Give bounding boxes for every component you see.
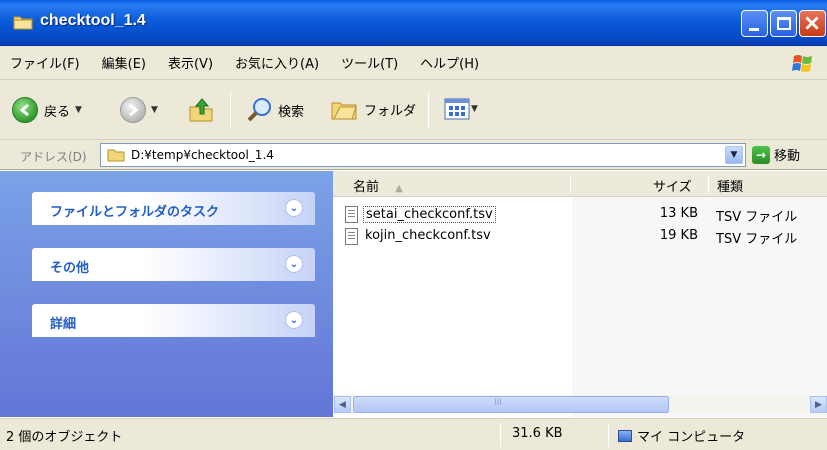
status-divider bbox=[608, 423, 609, 447]
views-icon bbox=[444, 98, 470, 120]
maximize-icon bbox=[777, 17, 791, 30]
file-list: 名前 ▲ サイズ 種類 setai_checkconf.tsv 13 KB TS… bbox=[333, 171, 827, 417]
toolbar-separator bbox=[428, 92, 429, 128]
status-divider bbox=[500, 423, 501, 447]
column-header: 名前 ▲ サイズ 種類 bbox=[333, 171, 827, 197]
window-title: checktool_1.4 bbox=[40, 12, 146, 29]
task-pane: ファイルとフォルダのタスク ⌄ その他 ⌄ 詳細 ⌄ bbox=[0, 171, 333, 417]
file-icon bbox=[345, 228, 358, 245]
toolbar-separator bbox=[230, 92, 231, 128]
address-bar: アドレス(D) D:¥temp¥checktool_1.4 ▼ → 移動 bbox=[0, 140, 827, 170]
file-name: kojin_checkconf.tsv bbox=[365, 228, 491, 243]
chevron-down-icon[interactable]: ▼ bbox=[75, 105, 82, 115]
up-folder-icon bbox=[189, 98, 213, 122]
file-type: TSV ファイル bbox=[716, 210, 798, 225]
address-path: D:¥temp¥checktool_1.4 bbox=[131, 148, 274, 162]
title-bar[interactable]: checktool_1.4 bbox=[0, 0, 827, 46]
file-size: 13 KB bbox=[659, 206, 698, 221]
chevron-down-icon[interactable]: ▼ bbox=[151, 105, 158, 115]
file-type: TSV ファイル bbox=[716, 232, 798, 247]
status-object-count: 2 個のオブジェクト bbox=[6, 430, 123, 445]
file-name: setai_checkconf.tsv bbox=[363, 206, 496, 223]
chevron-down-icon[interactable]: ▼ bbox=[471, 104, 478, 114]
close-icon bbox=[805, 16, 819, 30]
task-panel-other[interactable]: その他 ⌄ bbox=[32, 248, 315, 281]
task-panel-label: 詳細 bbox=[50, 317, 77, 332]
task-panel-label: その他 bbox=[50, 261, 90, 276]
file-size: 19 KB bbox=[659, 228, 698, 243]
folders-icon bbox=[331, 102, 357, 120]
column-size-header[interactable]: サイズ bbox=[653, 176, 692, 195]
status-location: マイ コンピュータ bbox=[618, 426, 745, 445]
chevron-down-icon[interactable]: ⌄ bbox=[285, 311, 303, 329]
menu-bar: ファイル(F) 編集(E) 表示(V) お気に入り(A) ツール(T) ヘルプ(… bbox=[0, 46, 827, 80]
menu-tools[interactable]: ツール(T) bbox=[341, 53, 398, 72]
minimize-button[interactable] bbox=[741, 10, 768, 37]
windows-logo-icon bbox=[792, 55, 812, 72]
back-button[interactable]: 戻る ▼ bbox=[12, 97, 82, 123]
menu-file[interactable]: ファイル(F) bbox=[10, 53, 80, 72]
task-panel-file-folder-tasks[interactable]: ファイルとフォルダのタスク ⌄ bbox=[32, 192, 315, 225]
task-panel-details[interactable]: 詳細 ⌄ bbox=[32, 304, 315, 337]
file-row[interactable]: setai_checkconf.tsv 13 KB TSV ファイル bbox=[341, 205, 821, 225]
menu-help[interactable]: ヘルプ(H) bbox=[420, 53, 479, 72]
status-size: 31.6 KB bbox=[512, 426, 563, 441]
search-label: 検索 bbox=[278, 104, 305, 120]
column-name-header[interactable]: 名前 ▲ bbox=[353, 176, 403, 195]
chevron-down-icon[interactable]: ⌄ bbox=[285, 199, 303, 217]
maximize-button[interactable] bbox=[770, 10, 797, 37]
forward-arrow-icon bbox=[120, 97, 146, 123]
file-row[interactable]: kojin_checkconf.tsv 19 KB TSV ファイル bbox=[341, 227, 821, 247]
scroll-thumb-grip: III bbox=[494, 398, 502, 408]
toolbar: 戻る ▼ ▼ 検索 フォルダ ▼ bbox=[0, 80, 827, 140]
sort-ascending-icon: ▲ bbox=[395, 183, 403, 194]
folders-label: フォルダ bbox=[364, 103, 417, 119]
status-bar: 2 個のオブジェクト 31.6 KB マイ コンピュータ bbox=[0, 418, 827, 450]
back-label: 戻る bbox=[44, 104, 71, 120]
search-icon bbox=[247, 98, 271, 122]
back-arrow-icon bbox=[12, 97, 38, 123]
scroll-right-icon[interactable]: ▶ bbox=[810, 396, 827, 413]
column-divider[interactable] bbox=[708, 175, 709, 193]
folders-button[interactable]: フォルダ bbox=[330, 97, 416, 121]
file-icon bbox=[345, 206, 358, 223]
address-label: アドレス(D) bbox=[20, 150, 87, 164]
horizontal-scrollbar[interactable]: ◀ III ▶ bbox=[333, 395, 827, 413]
scroll-thumb[interactable]: III bbox=[353, 396, 669, 413]
minimize-icon bbox=[749, 28, 759, 31]
folder-icon bbox=[13, 16, 33, 30]
search-button[interactable]: 検索 bbox=[246, 97, 304, 123]
close-button[interactable] bbox=[799, 10, 826, 37]
status-location-label: マイ コンピュータ bbox=[637, 430, 746, 445]
forward-button[interactable]: ▼ bbox=[120, 97, 158, 123]
go-label: 移動 bbox=[774, 149, 801, 164]
menu-view[interactable]: 表示(V) bbox=[168, 53, 213, 72]
views-button[interactable]: ▼ bbox=[444, 97, 478, 121]
chevron-down-icon[interactable]: ⌄ bbox=[285, 255, 303, 273]
address-field[interactable]: D:¥temp¥checktool_1.4 ▼ bbox=[100, 143, 746, 167]
column-type-header[interactable]: 種類 bbox=[717, 176, 743, 195]
scroll-left-icon[interactable]: ◀ bbox=[334, 396, 351, 413]
menu-favorites[interactable]: お気に入り(A) bbox=[235, 53, 319, 72]
folder-icon bbox=[107, 149, 125, 162]
chevron-down-icon[interactable]: ▼ bbox=[725, 146, 743, 164]
column-name-label: 名前 bbox=[353, 180, 380, 195]
go-arrow-icon: → bbox=[752, 145, 770, 164]
my-computer-icon bbox=[618, 430, 632, 442]
task-panel-label: ファイルとフォルダのタスク bbox=[50, 205, 220, 220]
go-button[interactable]: → 移動 bbox=[752, 145, 800, 164]
column-divider[interactable] bbox=[570, 175, 571, 193]
up-folder-button[interactable] bbox=[186, 95, 216, 125]
menu-edit[interactable]: 編集(E) bbox=[102, 53, 146, 72]
